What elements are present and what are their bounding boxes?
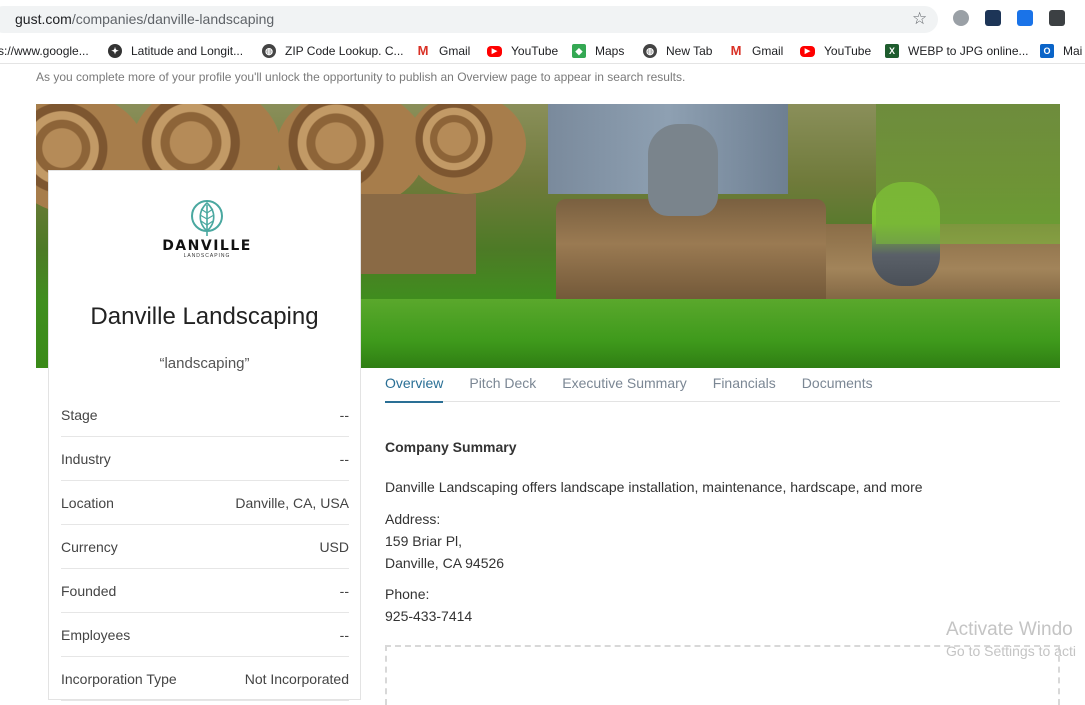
tab-executive-summary[interactable]: Executive Summary (562, 369, 686, 402)
bookmark-item[interactable]: s://www.google... (0, 42, 89, 60)
outlook-icon: O (1040, 44, 1054, 58)
profile-notice: As you complete more of your profile you… (36, 70, 686, 84)
bookmark-item[interactable]: ▶ YouTube (487, 42, 558, 60)
tab-documents[interactable]: Documents (802, 369, 873, 402)
address-line-2: Danville, CA 94526 (385, 555, 505, 571)
bookmark-label: s://www.google... (0, 44, 89, 58)
windows-activation-watermark: Activate Windo (946, 619, 1073, 640)
bookmark-item[interactable]: ✦ Latitude and Longit... (108, 42, 243, 60)
maps-icon: ◆ (572, 44, 586, 58)
globe-icon: ◍ (262, 44, 276, 58)
bookmark-item[interactable]: M Gmail (416, 42, 471, 60)
url-text[interactable]: gust.com/companies/danville-landscaping (15, 11, 274, 27)
detail-label: Currency (61, 538, 118, 555)
windows-activation-subtext: Go to Settings to acti (946, 643, 1076, 659)
detail-value: Danville, CA, USA (235, 494, 349, 511)
profile-tabs: Overview Pitch Deck Executive Summary Fi… (385, 369, 1060, 403)
bookmark-label: WEBP to JPG online... (908, 44, 1029, 58)
bookmark-item[interactable]: ◍ New Tab (643, 42, 712, 60)
bookmark-label: Maps (595, 44, 625, 58)
detail-value: -- (339, 450, 349, 467)
tab-overview[interactable]: Overview (385, 369, 444, 403)
detail-row-employees: Employees -- (61, 613, 349, 657)
url-path: /companies/danville-landscaping (71, 11, 275, 27)
detail-label: Industry (61, 450, 111, 467)
youtube-icon: ▶ (487, 45, 502, 57)
detail-label: Stage (61, 406, 98, 423)
detail-value: -- (339, 406, 349, 423)
phone-number: 925-433-7414 (385, 608, 473, 624)
detail-label: Founded (61, 582, 117, 599)
address-label: Address: (385, 511, 441, 527)
globe-icon: ◍ (643, 44, 657, 58)
address-bar: gust.com/companies/danville-landscaping … (0, 0, 1085, 38)
phone-label: Phone: (385, 586, 430, 602)
bookmark-item[interactable]: ◍ ZIP Code Lookup. C... (262, 42, 404, 60)
tab-financials[interactable]: Financials (713, 369, 776, 402)
bookmark-item[interactable]: ◆ Maps (572, 42, 624, 60)
detail-value: -- (339, 582, 349, 599)
company-profile-card: DANVILLE LANDSCAPING Danville Landscapin… (48, 170, 361, 701)
company-description: Danville Landscaping offers landscape in… (385, 479, 923, 495)
bookmark-label: Gmail (752, 44, 784, 58)
bookmarks-bar: s://www.google... ✦ Latitude and Longit..… (0, 38, 1085, 64)
extension-icon[interactable] (1049, 10, 1065, 26)
detail-row-location: Location Danville, CA, USA (61, 481, 349, 525)
bookmark-label: YouTube (824, 44, 872, 58)
bookmark-label: ZIP Code Lookup. C... (285, 44, 404, 58)
detail-label: Incorporation Type (61, 670, 177, 687)
detail-label: Employees (61, 626, 131, 643)
detail-row-founded: Founded -- (61, 569, 349, 613)
bookmark-item[interactable]: X WEBP to JPG online... (885, 42, 1029, 60)
bookmark-item[interactable]: O Mai (1040, 42, 1082, 60)
extension-icon[interactable] (1017, 10, 1033, 26)
detail-label: Location (61, 494, 114, 511)
detail-value: USD (319, 538, 349, 555)
detail-value: Not Incorporated (244, 670, 349, 687)
gmail-icon: M (730, 43, 742, 58)
logo-text: DANVILLE (162, 238, 252, 254)
bookmark-label: Mai (1063, 44, 1083, 58)
extension-icon[interactable] (953, 10, 969, 26)
webp-icon: X (885, 44, 899, 58)
bookmark-label: New Tab (666, 44, 713, 58)
bookmark-item[interactable]: ▶ YouTube (800, 42, 871, 60)
youtube-icon: ▶ (800, 45, 815, 57)
leaf-icon (191, 200, 223, 236)
detail-row-industry: Industry -- (61, 437, 349, 481)
extension-icon[interactable] (985, 10, 1001, 26)
detail-row-currency: Currency USD (61, 525, 349, 569)
company-summary-title: Company Summary (385, 439, 517, 455)
bookmark-label: Gmail (439, 44, 471, 58)
company-logo: DANVILLE LANDSCAPING (153, 199, 261, 265)
detail-row-incorporation-type: Incorporation Type Not Incorporated (61, 657, 349, 701)
bookmark-label: Latitude and Longit... (131, 44, 244, 58)
compass-icon: ✦ (108, 44, 122, 58)
bookmark-item[interactable]: M Gmail (729, 42, 784, 60)
gmail-icon: M (417, 43, 429, 58)
company-tagline: “landscaping” (159, 355, 250, 372)
address-line-1: 159 Briar Pl, (385, 533, 463, 549)
bookmark-star-icon[interactable]: ☆ (912, 9, 927, 29)
company-name: Danville Landscaping (90, 303, 319, 330)
tab-pitch-deck[interactable]: Pitch Deck (469, 369, 536, 402)
bookmark-label: YouTube (511, 44, 559, 58)
detail-row-stage: Stage -- (61, 393, 349, 437)
detail-value: -- (339, 626, 349, 643)
url-domain: gust.com (15, 11, 72, 27)
company-details: Stage -- Industry -- Location Danville, CA,… (61, 393, 349, 701)
